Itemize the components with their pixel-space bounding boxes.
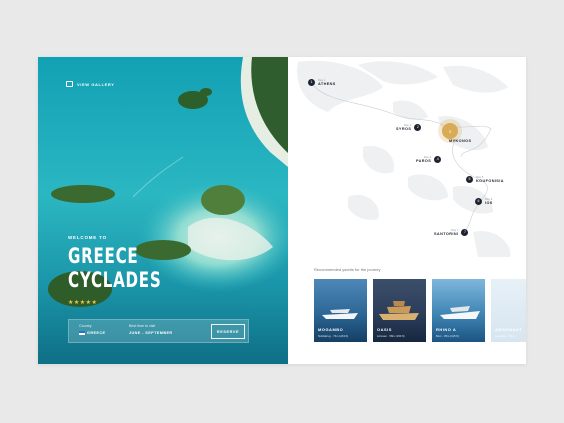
stop-port: IOS bbox=[485, 201, 493, 205]
route-stop-paros[interactable]: Day 4 PAROS 4 bbox=[416, 155, 442, 163]
welcome-label: WELCOME TO bbox=[68, 235, 107, 240]
rating-stars: ★★★★★ bbox=[68, 300, 98, 306]
yacht-card[interactable]: MOGAMBO Nobiskrug · 74m (243 ft) bbox=[314, 279, 367, 342]
stop-marker: 4 bbox=[434, 155, 442, 163]
route-stop-santorini[interactable]: Day 7 SANTORINI 7 bbox=[434, 228, 469, 236]
yacht-photo bbox=[322, 309, 358, 319]
title-line-1: GREECE bbox=[68, 244, 139, 268]
gallery-icon bbox=[66, 81, 73, 87]
aerial-sea-photo bbox=[38, 57, 288, 364]
yacht-card[interactable]: RHINO A Mon · 35m (115 ft) bbox=[432, 279, 485, 342]
stop-port: MYKONOS bbox=[449, 139, 472, 143]
title-line-2: CYCLADES bbox=[68, 268, 162, 292]
view-gallery-button[interactable]: VIEW GALLERY bbox=[66, 81, 115, 87]
yacht-card[interactable]: OASIS Lürssen · 58m (190 ft) bbox=[373, 279, 426, 342]
recommendations-heading: Recommended yachts for the journey bbox=[314, 267, 381, 272]
stop-port: ATHENS bbox=[318, 82, 336, 86]
yacht-photo bbox=[379, 301, 419, 320]
stop-marker: 2 bbox=[414, 123, 422, 131]
yacht-meta: Feadship · 57m bbox=[495, 334, 515, 338]
route-stop-mykonos[interactable]: 3 bbox=[442, 123, 458, 139]
stop-marker: 5 bbox=[466, 175, 473, 183]
route-stop-mykonos-label: MYKONOS bbox=[449, 139, 471, 143]
app-frame: VIEW GALLERY WELCOME TO GREECE CYCLADES … bbox=[38, 57, 526, 364]
stop-marker: 7 bbox=[461, 228, 469, 236]
season-value: JUNE - SEPTEMBER bbox=[129, 331, 173, 335]
route-stop-ios[interactable]: 6 Day 6 IOS bbox=[475, 197, 493, 205]
yacht-photo bbox=[440, 306, 480, 319]
yacht-name: ARGONAUT bbox=[495, 327, 523, 332]
hero-panel: VIEW GALLERY WELCOME TO GREECE CYCLADES … bbox=[38, 57, 288, 364]
yacht-meta: Lürssen · 58m (190 ft) bbox=[377, 334, 405, 338]
view-gallery-label: VIEW GALLERY bbox=[77, 81, 115, 87]
country-label: Country bbox=[79, 324, 92, 328]
season-label: Best time to visit bbox=[129, 324, 156, 328]
trip-info-bar: Country GREECE Best time to visit JUNE -… bbox=[68, 319, 249, 343]
country-info: Country GREECE bbox=[79, 324, 105, 335]
stop-port: SYROS bbox=[396, 127, 412, 131]
reserve-button[interactable]: RESERVE bbox=[211, 324, 245, 339]
greece-flag-icon bbox=[79, 331, 85, 335]
yacht-meta: Mon · 35m (115 ft) bbox=[436, 334, 459, 338]
stop-port: PAROS bbox=[416, 159, 432, 163]
country-value: GREECE bbox=[87, 331, 106, 335]
stop-port: KOUFONISIA bbox=[476, 179, 504, 183]
destination-title: GREECE CYCLADES bbox=[68, 244, 161, 292]
stop-port: SANTORINI bbox=[434, 232, 459, 236]
yacht-name: OASIS bbox=[377, 327, 392, 332]
yacht-meta: Nobiskrug · 74m (243 ft) bbox=[318, 334, 349, 338]
islands-map bbox=[297, 60, 511, 257]
route-map: 1 Day 1 ATHENS Day 2 SYROS 2 3 MYKONOS Day… bbox=[288, 57, 526, 262]
yacht-card[interactable]: ARGONAUT Feadship · 57m bbox=[491, 279, 526, 342]
stop-marker: 1 bbox=[308, 78, 315, 86]
yacht-name: RHINO A bbox=[436, 327, 457, 332]
route-stop-koufonisia[interactable]: 5 Day 5 KOUFONISIA bbox=[466, 175, 504, 183]
route-stop-syros[interactable]: Day 2 SYROS 2 bbox=[396, 123, 422, 131]
yacht-card-list: MOGAMBO Nobiskrug · 74m (243 ft) OASIS L… bbox=[314, 279, 526, 342]
yacht-name: MOGAMBO bbox=[318, 327, 344, 332]
season-info: Best time to visit JUNE - SEPTEMBER bbox=[129, 324, 173, 335]
route-stop-athens[interactable]: 1 Day 1 ATHENS bbox=[308, 78, 336, 86]
stop-marker: 6 bbox=[475, 197, 482, 205]
stop-marker-active: 3 bbox=[442, 123, 458, 139]
